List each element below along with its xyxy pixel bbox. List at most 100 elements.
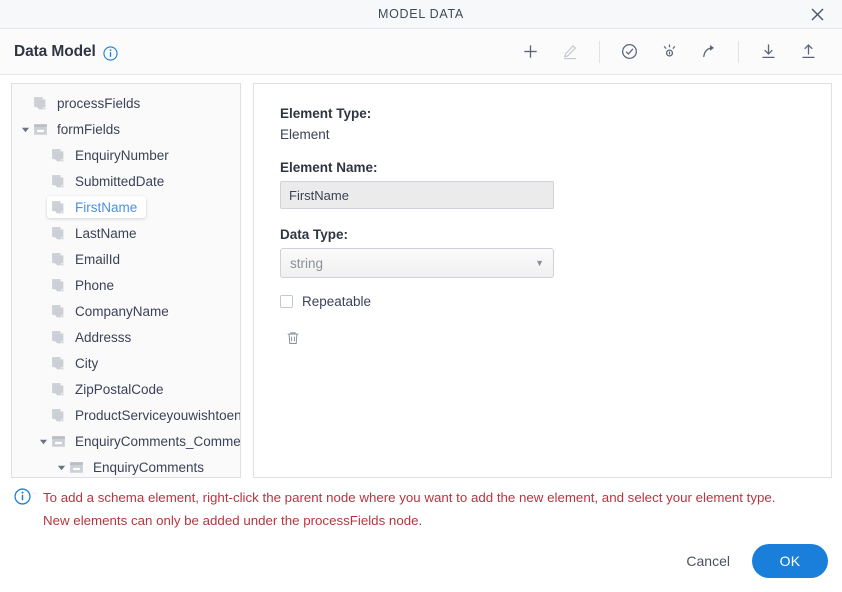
tree-node-content: Phone [50,277,114,293]
node-element-icon [50,381,67,397]
tree-node-city[interactable]: City [12,350,240,376]
node-group-icon [32,121,49,137]
node-element-icon [50,173,67,189]
upload-icon[interactable] [793,37,823,67]
hint-message: To add a schema element, right-click the… [0,475,842,533]
share-button[interactable] [694,37,724,67]
data-model-toolbar: Data Model [0,29,842,75]
node-element-icon [50,251,67,267]
info-circle-icon[interactable] [103,46,118,61]
page-title: Data Model [14,42,96,60]
node-element-icon [50,277,67,293]
close-icon[interactable] [806,3,828,25]
dialog-titlebar: MODEL DATA [0,0,842,29]
node-group-icon [50,433,67,449]
tree-node-label: FirstName [75,199,138,215]
tree-node-firstname[interactable]: FirstName [12,194,240,220]
node-element-icon [32,95,49,111]
add-element-button[interactable] [515,37,545,67]
tree-node-zippostalcode[interactable]: ZipPostalCode [12,376,240,402]
tree-node-formfields[interactable]: formFields [12,116,240,142]
node-group-icon [68,459,85,475]
trash-icon[interactable] [282,327,304,349]
tree-node-label: EnquiryComments [93,459,205,475]
tree-node-label: City [75,355,99,371]
tree-node-content: FirstName [47,196,147,218]
element-name-label: Element Name: [280,160,378,175]
tree-node-content: EnquiryComments_CommentsSection [50,433,241,449]
ok-button[interactable]: OK [752,544,828,578]
tree-node-content: EnquiryComments [68,459,204,475]
tree-node-label: ProductServiceyouwishtoenquireabout [75,407,241,423]
data-model-tree[interactable]: processFields formFields EnquiryNumber Subm… [11,83,241,478]
node-element-icon [50,355,67,371]
node-element-icon [50,147,67,163]
node-element-icon [50,199,67,215]
tree-node-emailid[interactable]: EmailId [12,246,240,272]
element-name-input[interactable] [280,181,554,209]
tree-node-label: CompanyName [75,303,169,319]
element-detail-panel: Element Type: Element Element Name: Data… [253,83,832,478]
data-type-select[interactable]: string ▼ [280,248,554,278]
tree-node-processfields[interactable]: processFields [12,90,240,116]
data-type-label: Data Type: [280,227,349,242]
node-element-icon [50,407,67,423]
tree-node-label: EmailId [75,251,121,267]
tree-node-label: ZipPostalCode [75,381,164,397]
node-element-icon [50,303,67,319]
data-type-selected-value: string [290,255,324,271]
tree-node-enquirycomments[interactable]: EnquiryComments [12,454,240,477]
toolbar-divider [738,40,739,63]
tree-node-addresss[interactable]: Addresss [12,324,240,350]
tree-node-content: ZipPostalCode [50,381,164,397]
chevron-down-icon[interactable] [18,125,32,134]
tree-node-label: LastName [75,225,137,241]
edit-element-button[interactable] [555,37,585,67]
tree-node-label: EnquiryNumber [75,147,169,163]
node-element-icon [50,329,67,345]
tree-node-content: CompanyName [50,303,169,319]
element-type-value: Element [280,127,330,142]
tree-node-productserviceyouwishtoenquireabout[interactable]: ProductServiceyouwishtoenquireabout [12,402,240,428]
dialog-footer: Cancel OK [0,530,842,592]
tree-node-content: ProductServiceyouwishtoenquireabout [50,407,241,423]
download-icon[interactable] [753,37,783,67]
chevron-down-icon[interactable] [36,437,50,446]
tree-node-label: Phone [75,277,115,293]
cancel-button[interactable]: Cancel [672,545,744,577]
info-circle-icon [14,488,31,510]
node-element-icon [50,225,67,241]
tree-node-content: processFields [32,95,140,111]
tree-node-enquirycomments_commentssection[interactable]: EnquiryComments_CommentsSection [12,428,240,454]
tree-node-label: processFields [57,95,141,111]
tree-node-label: formFields [57,121,121,137]
toolbar-divider [599,40,600,63]
chevron-down-icon[interactable] [54,463,68,472]
tree-node-lastname[interactable]: LastName [12,220,240,246]
tree-node-content: Addresss [50,329,131,345]
repeatable-row[interactable]: Repeatable [280,294,805,309]
tree-node-submitteddate[interactable]: SubmittedDate [12,168,240,194]
hint-text-block: To add a schema element, right-click the… [43,487,776,533]
tree-node-label: SubmittedDate [75,173,165,189]
tree-node-companyname[interactable]: CompanyName [12,298,240,324]
dialog-title: MODEL DATA [378,7,464,21]
chevron-down-icon: ▼ [535,258,544,268]
tree-node-content: EnquiryNumber [50,147,169,163]
repeatable-checkbox[interactable] [280,295,293,308]
tree-node-content: formFields [32,121,120,137]
hint-line-1: To add a schema element, right-click the… [43,490,776,505]
tree-node-content: EmailId [50,251,120,267]
validate-button[interactable] [614,37,644,67]
dialog-content: processFields formFields EnquiryNumber Subm… [0,75,842,478]
element-type-label: Element Type: [280,106,372,121]
tree-node-content: City [50,355,98,371]
generate-sample-button[interactable] [654,37,684,67]
tree-node-content: SubmittedDate [50,173,164,189]
tree-node-content: LastName [50,225,137,241]
tree-node-enquirynumber[interactable]: EnquiryNumber [12,142,240,168]
repeatable-label: Repeatable [302,294,372,309]
tree-node-label: Addresss [75,329,132,345]
tree-node-label: EnquiryComments_CommentsSection [75,433,241,449]
tree-node-phone[interactable]: Phone [12,272,240,298]
